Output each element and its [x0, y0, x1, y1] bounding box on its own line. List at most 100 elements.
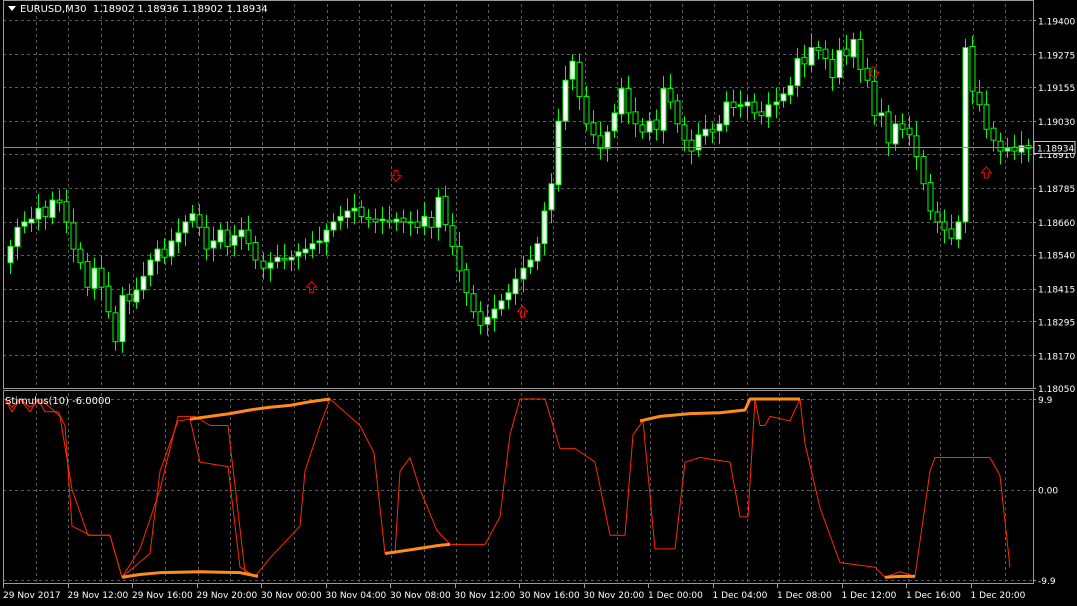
candle[interactable] — [660, 75, 667, 144]
candle[interactable] — [484, 304, 491, 336]
candle[interactable] — [463, 262, 470, 307]
candle[interactable] — [7, 239, 14, 274]
candle[interactable] — [14, 218, 21, 260]
candle[interactable] — [203, 214, 210, 261]
candle[interactable] — [850, 32, 857, 68]
candle[interactable] — [168, 228, 175, 266]
candle[interactable] — [927, 173, 934, 220]
candle[interactable] — [505, 283, 512, 309]
candle[interactable] — [470, 285, 477, 319]
candle[interactable] — [105, 271, 112, 319]
candle[interactable] — [723, 91, 730, 132]
candle[interactable] — [716, 115, 723, 145]
candle[interactable] — [920, 149, 927, 191]
candle[interactable] — [534, 236, 541, 271]
candle[interactable] — [456, 231, 463, 283]
candle[interactable] — [91, 257, 98, 300]
candle[interactable] — [337, 205, 344, 230]
candle[interactable] — [555, 108, 562, 192]
candle[interactable] — [351, 193, 358, 225]
candle[interactable] — [836, 37, 843, 85]
candle[interactable] — [126, 283, 133, 315]
candle[interactable] — [941, 209, 948, 244]
candle[interactable] — [843, 34, 850, 65]
candle[interactable] — [801, 44, 808, 78]
candle[interactable] — [808, 33, 815, 72]
candle[interactable] — [449, 213, 456, 256]
candle[interactable] — [400, 209, 407, 234]
candle[interactable] — [569, 54, 576, 91]
candle[interactable] — [323, 223, 330, 256]
candle[interactable] — [688, 129, 695, 165]
candle[interactable] — [224, 221, 231, 256]
candle[interactable] — [899, 113, 906, 139]
candle[interactable] — [934, 201, 941, 234]
candle[interactable] — [442, 185, 449, 232]
candle[interactable] — [744, 95, 751, 120]
candle[interactable] — [182, 215, 189, 247]
candle[interactable] — [990, 121, 997, 152]
candle[interactable] — [295, 243, 302, 270]
candle[interactable] — [646, 112, 653, 141]
candle[interactable] — [632, 97, 639, 138]
candle[interactable] — [372, 208, 379, 234]
candle[interactable] — [780, 87, 787, 108]
candle[interactable] — [281, 243, 288, 269]
candle[interactable] — [217, 223, 224, 249]
candlestick-series[interactable] — [7, 30, 1032, 353]
candle[interactable] — [892, 115, 899, 151]
candle[interactable] — [604, 125, 611, 162]
candle[interactable] — [35, 193, 42, 231]
candle[interactable] — [288, 250, 295, 272]
candle[interactable] — [618, 77, 625, 124]
candle[interactable] — [737, 90, 744, 118]
candle[interactable] — [267, 252, 274, 282]
candle[interactable] — [794, 47, 801, 97]
candle[interactable] — [365, 208, 372, 229]
candle[interactable] — [189, 204, 196, 228]
candle[interactable] — [611, 104, 618, 138]
candle[interactable] — [955, 215, 962, 249]
candle[interactable] — [625, 75, 632, 125]
candle[interactable] — [983, 90, 990, 139]
candle[interactable] — [878, 98, 885, 127]
candle[interactable] — [421, 201, 428, 236]
candle[interactable] — [667, 73, 674, 109]
candle[interactable] — [583, 85, 590, 131]
candle[interactable] — [498, 294, 505, 316]
candle[interactable] — [49, 191, 56, 225]
candle[interactable] — [1025, 138, 1032, 162]
candle[interactable] — [231, 224, 238, 257]
candle[interactable] — [245, 215, 252, 251]
candle[interactable] — [42, 200, 49, 230]
candle[interactable] — [28, 206, 35, 232]
candle[interactable] — [653, 109, 660, 141]
candle[interactable] — [815, 40, 822, 60]
candle[interactable] — [21, 211, 28, 234]
candle[interactable] — [379, 206, 386, 235]
candle[interactable] — [512, 268, 519, 305]
candle[interactable] — [435, 188, 442, 241]
candle[interactable] — [316, 226, 323, 254]
candle[interactable] — [302, 238, 309, 260]
candle[interactable] — [948, 214, 955, 246]
candle[interactable] — [597, 121, 604, 160]
candle[interactable] — [906, 115, 913, 146]
candle[interactable] — [576, 53, 583, 110]
candle[interactable] — [913, 121, 920, 170]
dropdown-triangle-icon[interactable] — [8, 6, 16, 11]
candle[interactable] — [702, 114, 709, 145]
candle[interactable] — [885, 105, 892, 157]
candle[interactable] — [829, 48, 836, 91]
candle[interactable] — [969, 35, 976, 105]
candle[interactable] — [562, 65, 569, 131]
candle[interactable] — [309, 231, 316, 259]
candle[interactable] — [976, 79, 983, 112]
candle[interactable] — [407, 211, 414, 237]
candle[interactable] — [175, 218, 182, 254]
candle[interactable] — [210, 226, 217, 262]
candle[interactable] — [765, 92, 772, 128]
candle[interactable] — [997, 132, 1004, 165]
candle[interactable] — [133, 277, 140, 309]
candle[interactable] — [491, 294, 498, 332]
